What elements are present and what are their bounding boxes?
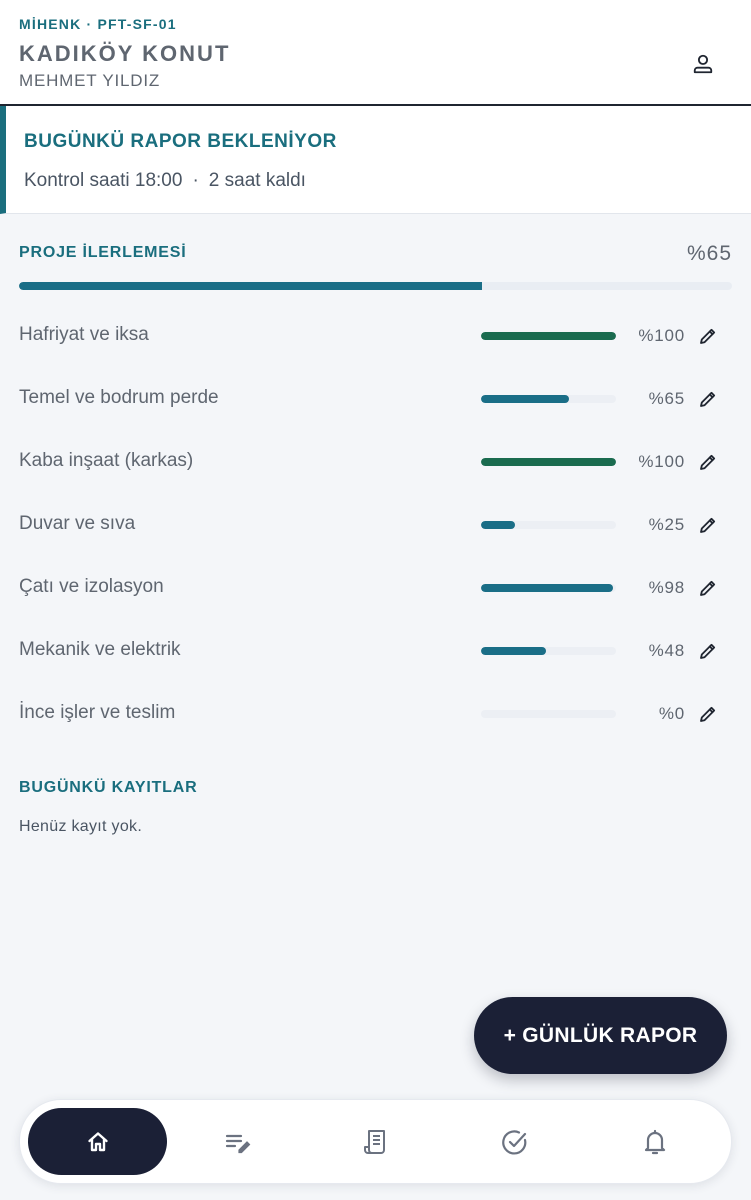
phase-row: İnce işler ve teslim %0	[0, 694, 751, 734]
phase-percent: %25	[648, 515, 685, 534]
phase-label: Hafriyat ve iksa	[19, 324, 149, 345]
pencil-icon	[698, 515, 718, 535]
phase-percent: %0	[658, 704, 685, 723]
edit-list-icon	[225, 1134, 251, 1153]
nav-home[interactable]	[28, 1108, 167, 1175]
user-icon	[693, 54, 713, 74]
pencil-icon	[698, 389, 718, 409]
banner-subtitle: Kontrol saati 18:00 · 2 saat kaldı	[24, 170, 306, 192]
report-pending-banner: BUGÜNKÜ RAPOR BEKLENİYOR Kontrol saati 1…	[0, 106, 751, 214]
nav-receipts[interactable]	[346, 1108, 406, 1175]
phase-progress-bar	[481, 332, 616, 340]
edit-phase-button[interactable]	[697, 514, 719, 536]
total-progress-fill	[19, 282, 483, 290]
records-empty-text: Henüz kayıt yok.	[19, 818, 143, 835]
edit-phase-button[interactable]	[697, 451, 719, 473]
records-section-title: BUGÜNKÜ KAYITLAR	[19, 779, 198, 796]
total-progress-percent: %65	[686, 242, 732, 265]
project-name: KADIKÖY KONUT	[19, 41, 231, 66]
phase-label: Mekanik ve elektrik	[19, 639, 181, 660]
control-time: Kontrol saati 18:00	[24, 170, 183, 191]
daily-report-button[interactable]: + GÜNLÜK RAPOR	[474, 997, 727, 1074]
check-circle-icon	[502, 1129, 527, 1154]
phase-progress-bar	[481, 647, 616, 655]
phase-percent: %98	[648, 578, 685, 597]
phase-progress-fill	[481, 584, 614, 592]
phase-percent: %65	[648, 389, 685, 408]
app-header: MİHENK · PFT-SF-01 KADIKÖY KONUT MEHMET …	[0, 0, 751, 106]
phase-progress-bar	[481, 458, 616, 466]
bottom-nav	[19, 1099, 732, 1184]
phase-progress-fill	[481, 332, 616, 340]
edit-phase-button[interactable]	[697, 577, 719, 599]
pencil-icon	[698, 578, 718, 598]
phase-progress-bar	[481, 521, 616, 529]
phase-label: İnce işler ve teslim	[19, 702, 176, 723]
nav-notifications[interactable]	[625, 1108, 685, 1175]
phase-progress-bar	[481, 710, 616, 718]
phase-row: Kaba inşaat (karkas) %100	[0, 442, 751, 482]
total-progress-bar	[19, 282, 732, 290]
pencil-icon	[698, 452, 718, 472]
phase-progress-bar	[481, 584, 616, 592]
phase-progress-bar	[481, 395, 616, 403]
edit-phase-button[interactable]	[697, 640, 719, 662]
bell-icon	[644, 1129, 666, 1154]
phase-progress-fill	[481, 521, 515, 529]
phase-progress-fill	[481, 647, 546, 655]
phase-label: Kaba inşaat (karkas)	[19, 450, 194, 471]
pencil-icon	[698, 641, 718, 661]
edit-phase-button[interactable]	[697, 325, 719, 347]
phase-percent: %48	[648, 641, 685, 660]
phase-row: Duvar ve sıva %25	[0, 505, 751, 545]
pencil-icon	[698, 326, 718, 346]
pencil-icon	[698, 704, 718, 724]
nav-approvals[interactable]	[485, 1108, 545, 1175]
phase-progress-fill	[481, 395, 569, 403]
profile-button[interactable]	[684, 46, 722, 82]
banner-title: BUGÜNKÜ RAPOR BEKLENİYOR	[24, 131, 337, 152]
progress-section-title: PROJE İLERLEMESİ	[19, 244, 187, 261]
time-remaining: 2 saat kaldı	[208, 170, 306, 191]
phase-row: Çatı ve izolasyon %98	[0, 568, 751, 608]
phase-row: Hafriyat ve iksa %100	[0, 316, 751, 356]
phase-progress-fill	[481, 458, 616, 466]
phase-row: Mekanik ve elektrik %48	[0, 631, 751, 671]
nav-reports[interactable]	[208, 1108, 268, 1175]
phase-label: Çatı ve izolasyon	[19, 576, 164, 597]
receipt-icon	[364, 1129, 385, 1154]
edit-phase-button[interactable]	[697, 703, 719, 725]
phase-label: Temel ve bodrum perde	[19, 387, 219, 408]
brand-code: MİHENK · PFT-SF-01	[19, 16, 177, 32]
edit-phase-button[interactable]	[697, 388, 719, 410]
home-icon	[87, 1131, 108, 1151]
phase-row: Temel ve bodrum perde %65	[0, 379, 751, 419]
phase-percent: %100	[638, 452, 685, 471]
phase-label: Duvar ve sıva	[19, 513, 136, 534]
user-name: MEHMET YILDIZ	[19, 71, 161, 90]
separator: ·	[192, 170, 199, 191]
phase-percent: %100	[638, 326, 685, 345]
